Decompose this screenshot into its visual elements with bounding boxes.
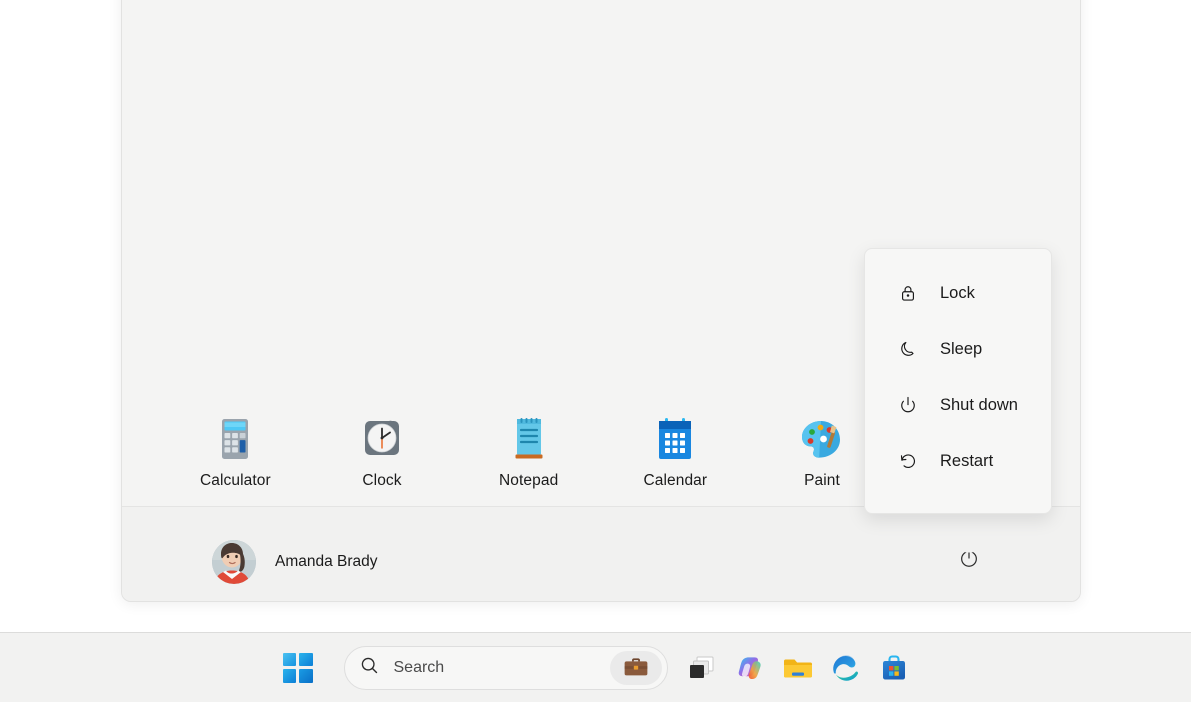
folder-icon xyxy=(783,653,813,683)
app-tile-notepad[interactable]: Notepad xyxy=(455,411,602,489)
app-label: Calculator xyxy=(199,472,271,489)
app-label: Calendar xyxy=(643,472,708,489)
windows-logo-icon xyxy=(282,652,313,683)
power-menu-item-lock[interactable]: Lock xyxy=(873,269,1043,317)
power-menu-item-label: Lock xyxy=(940,283,975,302)
calculator-icon xyxy=(212,417,258,463)
power-menu-item-label: Shut down xyxy=(940,395,1018,414)
taskbar-button-copilot[interactable] xyxy=(726,644,774,692)
search-icon xyxy=(359,655,380,681)
power-options-flyout: Lock Sleep Shut down Restart xyxy=(864,248,1052,514)
power-menu-item-label: Restart xyxy=(940,451,994,470)
calendar-icon xyxy=(652,417,698,463)
account-name: Amanda Brady xyxy=(275,553,378,570)
search-input[interactable]: Search xyxy=(394,659,445,677)
briefcase-icon-button[interactable] xyxy=(609,650,662,685)
start-button[interactable] xyxy=(274,644,322,692)
lock-icon xyxy=(897,282,919,304)
search-box[interactable]: Search xyxy=(343,645,668,690)
taskbar-button-file-explorer[interactable] xyxy=(774,644,822,692)
edge-icon xyxy=(831,653,861,683)
notepad-icon xyxy=(506,417,552,463)
app-tile-calendar[interactable]: Calendar xyxy=(602,411,749,489)
app-tile-clock[interactable]: Clock xyxy=(309,411,456,489)
desktop: Calculator Clock Notepad Calendar Paint … xyxy=(0,0,1191,702)
start-power-button[interactable] xyxy=(952,541,986,575)
app-label: Paint xyxy=(804,472,840,489)
app-label: Notepad xyxy=(499,472,559,489)
taskbar-button-microsoft-edge[interactable] xyxy=(822,644,870,692)
store-icon xyxy=(879,653,909,683)
power-menu-item-label: Sleep xyxy=(940,339,983,358)
power-menu-item-restart[interactable]: Restart xyxy=(873,437,1043,485)
power-menu-item-shut-down[interactable]: Shut down xyxy=(873,381,1043,429)
power-menu-item-sleep[interactable]: Sleep xyxy=(873,325,1043,373)
start-account-bar: Amanda Brady xyxy=(122,507,1080,601)
app-label: Clock xyxy=(362,472,402,489)
taskbar-center-group: Search xyxy=(0,633,1191,702)
briefcase-icon xyxy=(624,658,647,676)
clock-icon xyxy=(359,417,405,463)
taskbar-button-task-view[interactable] xyxy=(678,644,726,692)
power-icon xyxy=(897,394,919,416)
task-view-icon xyxy=(687,653,717,683)
account-button[interactable]: Amanda Brady xyxy=(206,534,390,590)
power-icon xyxy=(961,549,977,567)
copilot-icon xyxy=(735,653,765,683)
taskbar-button-microsoft-store[interactable] xyxy=(870,644,918,692)
moon-icon xyxy=(897,338,919,360)
app-tile-calculator[interactable]: Calculator xyxy=(162,411,309,489)
paint-icon xyxy=(799,417,845,463)
taskbar: Search xyxy=(0,632,1191,702)
avatar xyxy=(212,540,256,584)
restart-icon xyxy=(897,450,919,472)
